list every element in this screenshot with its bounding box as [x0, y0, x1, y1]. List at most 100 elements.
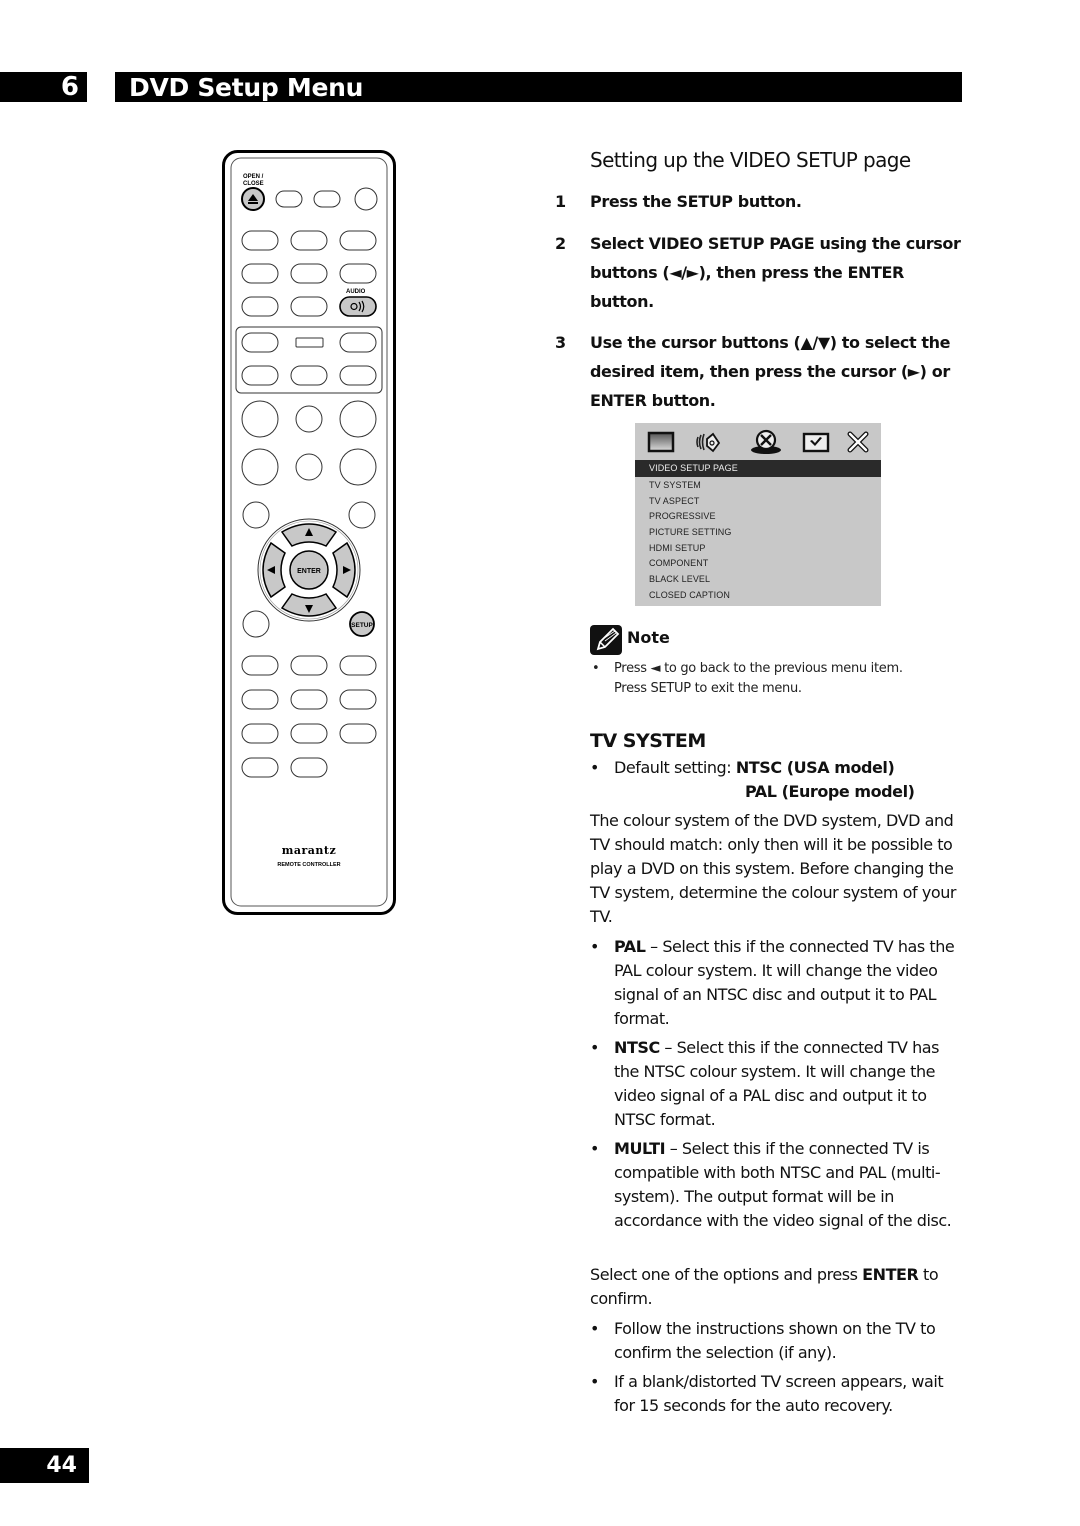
remote-button	[290, 230, 328, 251]
cursor-right-button[interactable]	[332, 541, 356, 599]
remote-button	[339, 230, 377, 251]
preference-icon	[802, 432, 830, 453]
option-ntsc: • NTSC – Select this if the connected TV…	[590, 1038, 940, 1129]
option-pal: • PAL – Select this if the connected TV …	[590, 937, 955, 1028]
option-desc: – Select this if the connected TV is com…	[614, 1139, 952, 1230]
cursor-up-button[interactable]	[280, 523, 338, 547]
remote-model-label: REMOTE CONTROLLER	[277, 862, 340, 868]
osd-menu-item-tv-aspect: TV ASPECT	[649, 495, 700, 506]
step-number: 2	[555, 234, 566, 253]
remote-button	[348, 501, 376, 529]
enter-label: ENTER	[297, 568, 321, 575]
remote-button	[242, 501, 270, 529]
enter-button[interactable]: ENTER	[289, 550, 329, 590]
default-value-europe: PAL (Europe model)	[745, 782, 915, 801]
note-body: • Press ◄ to go back to the previous men…	[592, 659, 962, 699]
remote-button	[241, 757, 279, 778]
tip-follow-instructions: • Follow the instructions shown on the T…	[590, 1317, 965, 1365]
confirm-enter: ENTER	[862, 1265, 919, 1284]
open-close-label-2: CLOSE	[243, 181, 264, 187]
remote-button	[354, 187, 378, 211]
audio-setup-icon	[696, 432, 721, 453]
tv-system-heading: TV SYSTEM	[590, 730, 706, 752]
option-name: MULTI	[614, 1139, 666, 1158]
chapter-title: DVD Setup Menu	[115, 72, 962, 102]
confirm-text: Select one of the options and press	[590, 1265, 863, 1284]
remote-button	[339, 365, 377, 386]
remote-button	[241, 655, 279, 676]
remote-button	[241, 296, 279, 317]
audio-button[interactable]	[339, 296, 377, 317]
remote-button	[242, 610, 270, 638]
remote-button	[241, 448, 279, 486]
note-line-2: Press SETUP to exit the menu.	[614, 681, 802, 696]
step-1: 1 Press the SETUP button.	[555, 187, 965, 216]
setup-button[interactable]: SETUP	[349, 611, 375, 637]
tip-text: Follow the instructions shown on the TV …	[614, 1319, 936, 1362]
osd-menu-item-black-level: BLACK LEVEL	[649, 574, 711, 585]
exit-icon	[847, 431, 869, 453]
tip-text: If a blank/distorted TV screen appears, …	[614, 1372, 944, 1415]
osd-menu-item-video-setup-page: VIDEO SETUP PAGE	[635, 460, 881, 477]
remote-button	[295, 405, 323, 433]
tv-system-intro: The colour system of the DVD system, DVD…	[590, 811, 957, 926]
remote-button	[339, 263, 377, 284]
step-number: 3	[555, 333, 566, 352]
osd-icon-bar	[635, 423, 881, 460]
pencil-note-icon	[590, 625, 622, 655]
setup-label: SETUP	[351, 622, 373, 629]
step-text: Use the cursor buttons (▲/▼) to select t…	[590, 333, 951, 410]
cursor-left-button[interactable]	[262, 541, 286, 599]
audio-label: AUDIO	[346, 289, 366, 295]
tip-blank-screen: • If a blank/distorted TV screen appears…	[590, 1370, 965, 1418]
remote-button	[290, 757, 328, 778]
display-window	[295, 337, 324, 348]
option-desc: – Select this if the connected TV has th…	[614, 937, 955, 1028]
remote-button	[290, 263, 328, 284]
brand-logo: marantz	[282, 844, 337, 857]
step-number: 1	[555, 192, 566, 211]
note-title: Note	[627, 628, 670, 647]
remote-button	[290, 689, 328, 710]
chapter-number: 6	[0, 72, 87, 102]
remote-button	[339, 723, 377, 744]
remote-button	[241, 400, 279, 438]
step-text: Select VIDEO SETUP PAGE using the cursor…	[590, 234, 961, 311]
step-text: Press the SETUP button.	[590, 192, 802, 211]
step-2: 2 Select VIDEO SETUP PAGE using the curs…	[555, 229, 965, 316]
remote-button	[295, 453, 323, 481]
video-setup-osd-menu: VIDEO SETUP PAGE TV SYSTEM TV ASPECT PRO…	[635, 423, 881, 606]
remote-button	[313, 190, 341, 208]
remote-button	[241, 723, 279, 744]
option-name: PAL	[614, 937, 646, 956]
option-name: NTSC	[614, 1038, 660, 1057]
remote-button	[290, 655, 328, 676]
option-desc: – Select this if the connected TV has th…	[614, 1038, 940, 1129]
osd-menu-item-tv-system: TV SYSTEM	[649, 480, 701, 490]
remote-button	[275, 190, 303, 208]
remote-button	[339, 332, 377, 353]
remote-button	[241, 689, 279, 710]
confirm-instruction: Select one of the options and press ENTE…	[590, 1263, 965, 1311]
remote-button	[339, 655, 377, 676]
default-setting-label: Default setting:	[614, 758, 736, 777]
remote-button	[290, 365, 328, 386]
osd-menu-list: VIDEO SETUP PAGE TV SYSTEM TV ASPECT PRO…	[635, 460, 881, 603]
remote-button	[241, 365, 279, 386]
remote-button	[339, 448, 377, 486]
remote-button	[339, 400, 377, 438]
osd-menu-item-progressive: PROGRESSIVE	[649, 511, 716, 522]
open-close-label-1: OPEN /	[243, 174, 264, 180]
osd-menu-item-closed-caption: CLOSED CAPTION	[649, 589, 730, 600]
section-title: Setting up the VIDEO SETUP page	[590, 148, 911, 172]
remote-button	[339, 689, 377, 710]
step-3: 3 Use the cursor buttons (▲/▼) to select…	[555, 328, 965, 415]
osd-menu-item-component: COMPONENT	[649, 558, 709, 569]
page-number: 44	[0, 1448, 89, 1483]
video-setup-icon	[751, 429, 781, 454]
default-setting: • Default setting: NTSC (USA model) PAL …	[590, 756, 965, 804]
cursor-down-button[interactable]	[280, 593, 338, 617]
open-close-button[interactable]	[241, 187, 265, 211]
general-setup-icon	[647, 431, 675, 453]
option-multi: • MULTI – Select this if the connected T…	[590, 1139, 952, 1230]
